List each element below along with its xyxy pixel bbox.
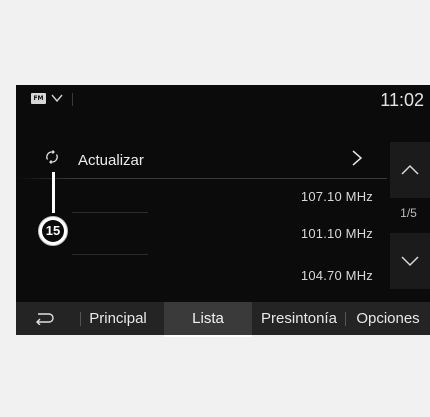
clock: 11:02: [380, 90, 424, 110]
fm-source-icon[interactable]: FM: [31, 93, 46, 104]
callout-line: [52, 172, 55, 213]
callout-number: 15: [42, 220, 64, 242]
update-row[interactable]: Actualizar: [16, 142, 387, 178]
back-arrow-icon: [36, 313, 54, 325]
station-frequency: 101.10 MHz: [300, 226, 373, 241]
callout-badge: 15: [38, 216, 68, 246]
tab-label: Opciones: [356, 310, 420, 327]
tab-principal[interactable]: Principal: [80, 302, 156, 335]
tab-label: Lista: [192, 310, 224, 327]
chevron-right-icon[interactable]: [350, 149, 364, 167]
chevron-up-icon: [401, 164, 419, 175]
scroll-up-button[interactable]: [390, 142, 430, 198]
station-frequency: 107.10 MHz: [300, 189, 373, 204]
divider: [72, 93, 73, 106]
status-bar: FM 11:02: [16, 85, 430, 115]
update-label: Actualizar: [78, 152, 144, 169]
tab-divider: [345, 312, 346, 326]
station-row[interactable]: 104.70 MHz: [16, 255, 387, 289]
page-indicator: 1/5: [400, 206, 417, 220]
refresh-icon: [46, 150, 58, 164]
radio-screen: FM 11:02 Actualizar 107.10 MHz 101.10 MH…: [16, 85, 430, 337]
tab-bar: Principal Lista Presintonía Opciones: [16, 302, 430, 337]
chevron-down-icon[interactable]: [51, 92, 63, 104]
tab-label: Principal: [89, 310, 147, 327]
chevron-down-icon: [401, 256, 419, 267]
scroll-down-button[interactable]: [390, 233, 430, 289]
tab-lista[interactable]: Lista: [164, 302, 252, 337]
tab-label: Presintonía: [261, 310, 337, 327]
station-row[interactable]: 101.10 MHz: [16, 213, 387, 250]
scroll-column: 1/5: [387, 142, 430, 289]
tab-presintonia[interactable]: Presintonía: [254, 302, 344, 335]
station-frequency: 104.70 MHz: [300, 268, 373, 283]
tab-opciones[interactable]: Opciones: [347, 302, 429, 335]
station-row[interactable]: 107.10 MHz: [16, 179, 387, 212]
back-button[interactable]: [16, 302, 74, 335]
